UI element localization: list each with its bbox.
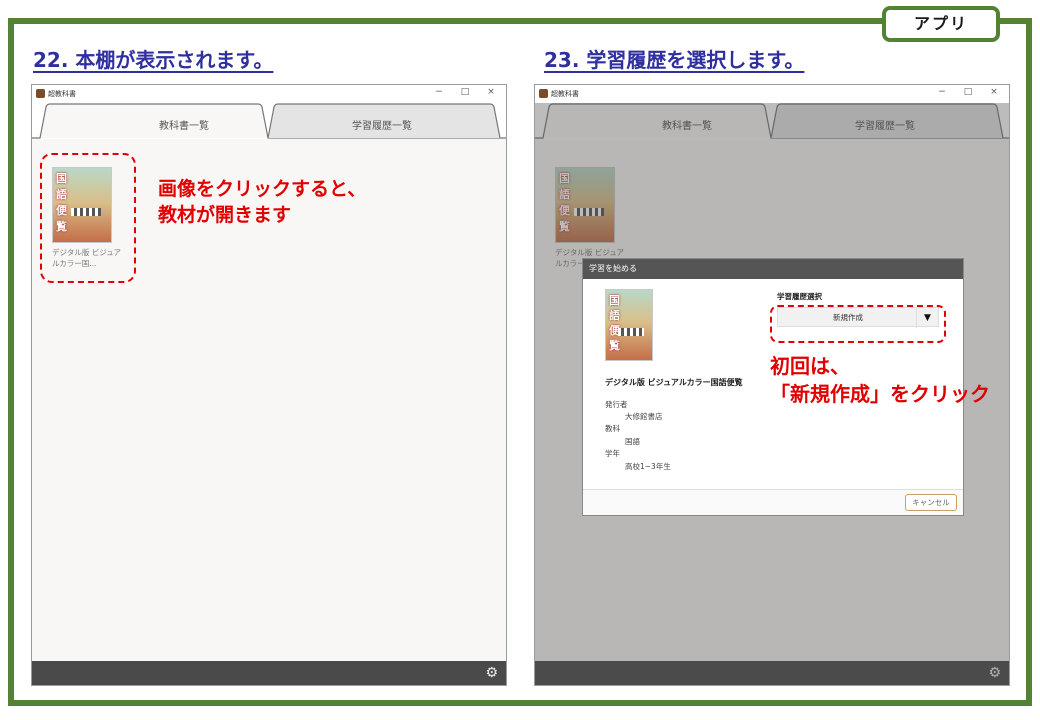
gear-icon[interactable]: ⚙ bbox=[485, 665, 498, 681]
dialog-book-cover: 国 語 便 覧 bbox=[605, 289, 653, 361]
right-annotation-line: 「新規作成」をクリック bbox=[770, 382, 990, 406]
dialog-title: 学習を始める bbox=[583, 259, 963, 279]
app-logo-icon bbox=[36, 89, 45, 98]
cover-char: 覧 bbox=[609, 339, 620, 352]
minimize-button[interactable]: − bbox=[935, 87, 949, 97]
close-button[interactable]: × bbox=[484, 87, 498, 97]
cancel-button[interactable]: キャンセル bbox=[905, 494, 957, 511]
right-annotation-line: 初回は、 bbox=[770, 354, 850, 378]
right-annotation: 初回は、 「新規作成」をクリック bbox=[770, 352, 990, 408]
bottom-bar: ⚙ bbox=[32, 661, 506, 685]
left-annotation: 画像をクリックすると、 教材が開きます bbox=[158, 176, 366, 228]
grade-label: 学年 bbox=[605, 449, 620, 458]
highlight-book bbox=[40, 153, 136, 283]
dialog-book-title: デジタル版 ビジュアルカラー国語便覧 bbox=[605, 378, 743, 387]
tab-study-history[interactable]: 学習履歴一覧 bbox=[302, 117, 462, 132]
maximize-button[interactable]: □ bbox=[961, 87, 975, 97]
minimize-button[interactable]: − bbox=[432, 87, 446, 97]
window-titlebar: 超教科書 − □ × bbox=[32, 85, 506, 103]
maximize-button[interactable]: □ bbox=[458, 87, 472, 97]
cover-char: 国 bbox=[609, 294, 620, 307]
history-select-label: 学習履歴選択 bbox=[777, 292, 822, 301]
subject-label: 教科 bbox=[605, 424, 620, 433]
step-22-title: 22. 本棚が表示されます。 bbox=[33, 48, 274, 72]
crosswalk-illustration bbox=[618, 328, 644, 336]
cover-char: 語 bbox=[609, 309, 620, 322]
subject-value: 国語 bbox=[625, 437, 640, 446]
left-annotation-line: 教材が開きます bbox=[158, 204, 292, 226]
tab-bar: 教科書一覧 学習履歴一覧 bbox=[32, 103, 506, 139]
step-23-title: 23. 学習履歴を選択します。 bbox=[544, 48, 805, 72]
window-title: 超教科書 bbox=[551, 90, 579, 98]
app-logo-icon bbox=[539, 89, 548, 98]
dialog-footer: キャンセル bbox=[583, 489, 963, 515]
publisher-label: 発行者 bbox=[605, 400, 628, 409]
close-button[interactable]: × bbox=[987, 87, 1001, 97]
app-badge: アプリ bbox=[882, 6, 1000, 42]
publisher-value: 大修館書店 bbox=[625, 412, 663, 421]
grade-value: 高校1−3年生 bbox=[625, 462, 671, 471]
window-titlebar: 超教科書 − □ × bbox=[535, 85, 1009, 103]
highlight-select bbox=[770, 305, 946, 343]
tab-textbook-list[interactable]: 教科書一覧 bbox=[104, 117, 264, 132]
window-title: 超教科書 bbox=[48, 90, 76, 98]
left-annotation-line: 画像をクリックすると、 bbox=[158, 178, 367, 200]
